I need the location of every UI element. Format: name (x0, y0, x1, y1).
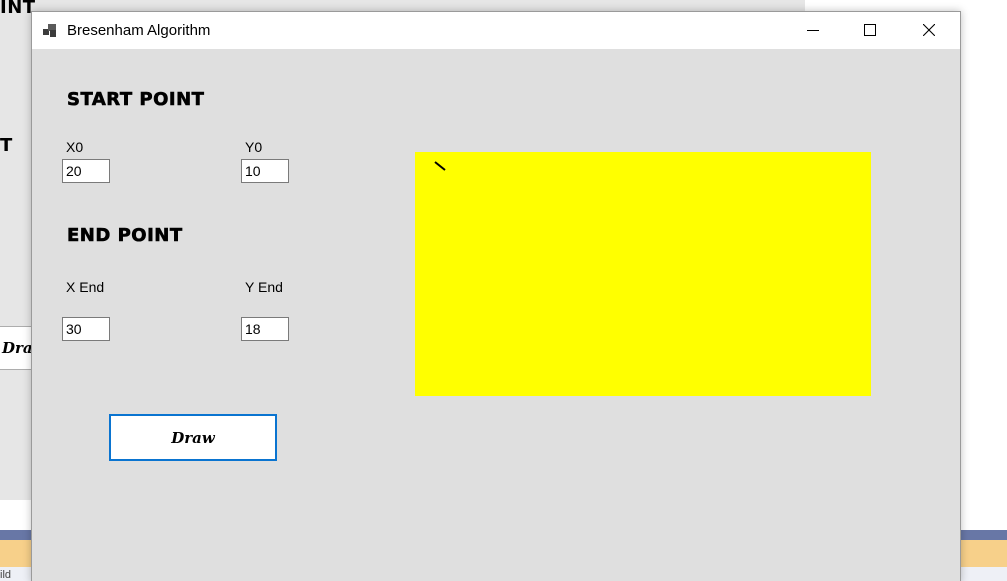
y-end-input[interactable] (241, 317, 289, 341)
draw-button-label: Draw (171, 428, 215, 447)
background-draw-button-label: Dra (2, 339, 33, 357)
end-point-heading: END POINT (67, 225, 183, 247)
minimize-icon (807, 30, 819, 31)
background-heading-end: T (0, 135, 13, 156)
maximize-icon (864, 24, 876, 36)
start-point-heading: START POINT (67, 89, 205, 111)
x0-input[interactable] (62, 159, 110, 183)
minimize-button[interactable] (790, 12, 836, 49)
background-window-edge (0, 500, 31, 530)
y-end-label: Y End (245, 279, 283, 295)
background-draw-button[interactable]: Dra (0, 326, 33, 370)
close-button[interactable] (906, 12, 952, 49)
x-end-label: X End (66, 279, 105, 295)
bresenham-line (434, 161, 446, 171)
window-title: Bresenham Algorithm (67, 22, 211, 39)
bresenham-window: Bresenham Algorithm START POINT X0 Y0 EN… (31, 11, 961, 581)
draw-button[interactable]: Draw (109, 414, 277, 461)
maximize-button[interactable] (847, 12, 893, 49)
background-status-text: ild (0, 569, 12, 581)
x-end-input[interactable] (62, 317, 110, 341)
y0-input[interactable] (241, 159, 289, 183)
y0-label: Y0 (245, 139, 263, 155)
drawing-surface (434, 161, 446, 171)
close-icon (923, 24, 935, 36)
app-icon (43, 24, 59, 38)
drawing-canvas[interactable] (415, 152, 871, 396)
title-bar[interactable]: Bresenham Algorithm (32, 12, 960, 49)
x0-label: X0 (66, 139, 84, 155)
